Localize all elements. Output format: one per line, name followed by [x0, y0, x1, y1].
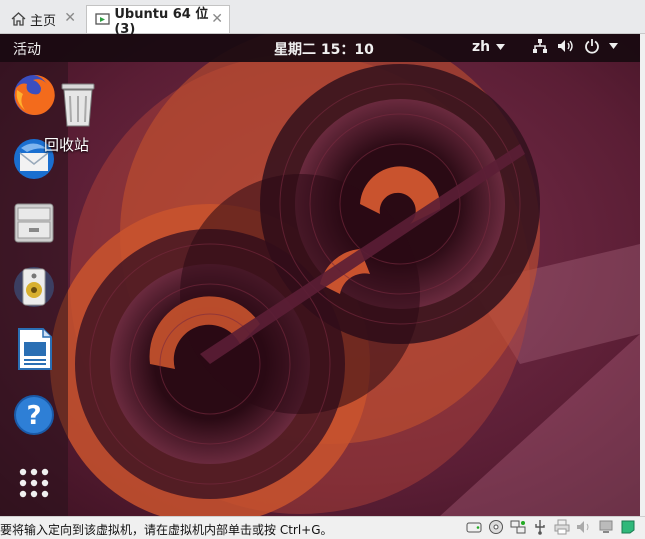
sound-card-icon[interactable] [576, 519, 592, 535]
status-bar: 要将输入定向到该虚拟机，请在虚拟机内部单击或按 Ctrl+G。 [0, 516, 645, 539]
power-icon [585, 39, 599, 54]
close-icon[interactable]: ✕ [64, 10, 76, 26]
message-log-icon[interactable] [620, 519, 636, 535]
chevron-down-icon [496, 44, 506, 50]
svg-text:?: ? [26, 401, 41, 431]
gnome-top-bar: 活动 星期二 15：10 zh [0, 34, 640, 62]
vm-icon [95, 12, 110, 28]
guest-desktop[interactable]: 活动 星期二 15：10 zh ? 回收站 [0, 34, 640, 516]
system-tray[interactable] [532, 38, 618, 54]
home-icon [10, 11, 26, 27]
network-adapter-icon[interactable] [510, 519, 526, 535]
chevron-down-icon [609, 43, 618, 49]
libreoffice-writer-icon[interactable] [11, 326, 57, 372]
tab-vm[interactable]: Ubuntu 64 位 (3) ✕ [86, 5, 230, 37]
volume-icon [558, 40, 573, 52]
cd-dvd-icon[interactable] [488, 519, 504, 535]
usb-icon[interactable] [532, 519, 548, 535]
help-icon[interactable]: ? [11, 392, 57, 438]
tab-home[interactable]: 主页 ✕ [2, 5, 82, 33]
show-applications-icon[interactable] [11, 462, 57, 508]
activities-button[interactable]: 活动 [13, 39, 41, 59]
clock[interactable]: 星期二 15：10 [274, 39, 374, 59]
close-icon[interactable]: ✕ [211, 11, 223, 27]
hard-disk-icon[interactable] [466, 519, 482, 535]
printer-icon[interactable] [554, 519, 570, 535]
files-icon[interactable] [11, 200, 57, 246]
device-icons [466, 519, 636, 535]
tab-home-label: 主页 [30, 13, 57, 29]
trash-desktop-icon[interactable] [48, 80, 108, 132]
vmware-tab-bar: 主页 ✕ Ubuntu 64 位 (3) ✕ [0, 0, 645, 37]
network-icon [533, 39, 547, 53]
input-method-menu[interactable]: zh [472, 39, 506, 55]
rhythmbox-icon[interactable] [11, 264, 57, 310]
input-method-label: zh [472, 39, 491, 55]
trash-icon [61, 83, 95, 127]
status-message: 要将输入定向到该虚拟机，请在虚拟机内部单击或按 Ctrl+G。 [0, 523, 333, 537]
trash-label: 回收站 [44, 136, 90, 154]
display-icon[interactable] [598, 519, 614, 535]
